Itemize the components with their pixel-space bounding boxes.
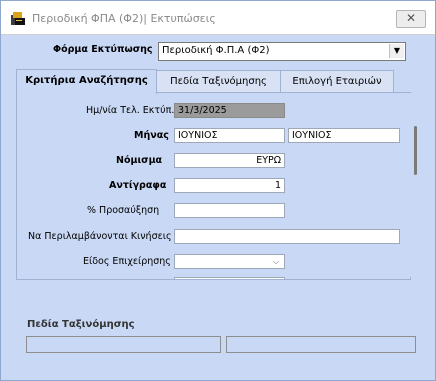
surcharge-label: % Προσαύξηση [87,205,160,216]
business-type-label: Είδος Επιχείρησης [83,256,171,267]
close-icon: ✕ [405,11,417,25]
business-type-select[interactable]: ⌵ [174,254,285,269]
print-form-label: Φόρμα Εκτύπωσης [53,44,153,55]
copies-field[interactable]: 1 [174,178,285,193]
next-field-partial[interactable] [174,277,285,279]
chevron-down-icon[interactable]: ▼ [389,44,404,58]
scrollbar-thumb[interactable] [414,126,417,175]
print-date-label: Ημ/νία Τελ. Εκτύπ. [86,105,175,116]
tab-company-selection[interactable]: Επιλογή Εταιριών [280,70,394,93]
month-to-field[interactable]: ΙΟΥΝΙΟΣ [288,128,400,143]
tab-search-criteria[interactable]: Κριτήρια Αναζήτησης [16,69,157,94]
sort-fields-box-right [226,336,416,353]
copies-label: Αντίγραφα [109,180,167,191]
surcharge-field[interactable] [174,203,285,218]
month-label: Μήνας [134,130,169,141]
month-from-field[interactable]: ΙΟΥΝΙΟΣ [174,128,285,143]
window-title: Περιοδική ΦΠΑ (Φ2)| Εκτυπώσεις [32,12,216,25]
currency-field[interactable]: ΕΥΡΩ [174,153,285,168]
print-form-value: Περιοδική Φ.Π.Α (Φ2) [162,45,270,56]
sort-fields-box-left [26,336,221,353]
include-moves-field[interactable] [174,229,400,244]
title-bar: Περιοδική ΦΠΑ (Φ2)| Εκτυπώσεις ✕ [1,1,435,35]
print-form-select[interactable]: Περιοδική Φ.Π.Α (Φ2) ▼ [158,42,406,61]
print-date-field: 31/3/2025 [174,103,285,118]
close-button[interactable]: ✕ [396,10,426,28]
criteria-panel: Ημ/νία Τελ. Εκτύπ. 31/3/2025 Μήνας ΙΟΥΝΙ… [16,92,411,280]
tab-sort-fields[interactable]: Πεδία Ταξινόμησης [156,70,281,93]
include-moves-label: Να Περιλαμβάνονται Κινήσεις [28,231,172,242]
print-window: Περιοδική ΦΠΑ (Φ2)| Εκτυπώσεις ✕ Φόρμα Ε… [0,0,436,381]
app-icon [11,12,25,25]
criteria-scrollbar[interactable] [409,93,422,277]
chevron-down-icon[interactable]: ⌵ [269,256,283,267]
currency-label: Νόμισμα [116,155,163,166]
sort-fields-title: Πεδία Ταξινόμησης [27,319,135,330]
